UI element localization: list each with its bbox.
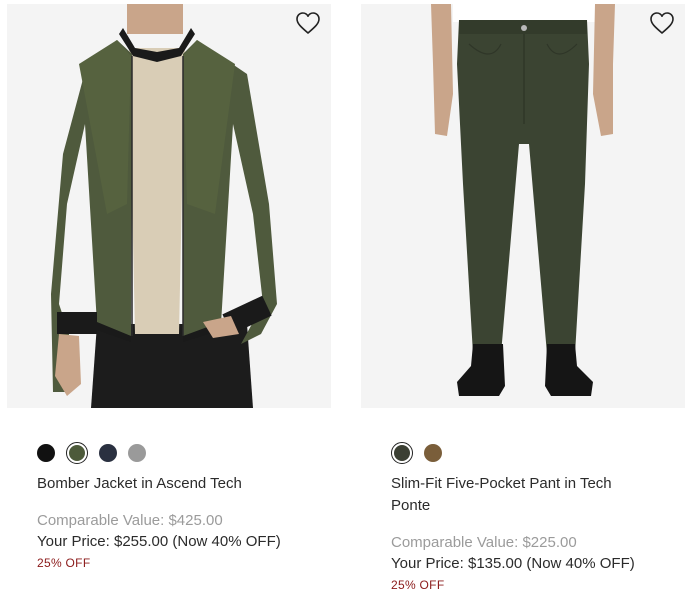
- your-price: Your Price: $255.00 (Now 40% OFF): [37, 533, 281, 550]
- your-price: Your Price: $135.00 (Now 40% OFF): [391, 555, 635, 572]
- wishlist-heart-icon[interactable]: [649, 11, 675, 35]
- comparable-value: Comparable Value: $225.00: [391, 534, 577, 551]
- color-swatches: [391, 442, 685, 464]
- five-pocket-pant-image: [361, 4, 685, 408]
- product-name[interactable]: Slim-Fit Five-Pocket Pant in Tech Ponte: [391, 473, 651, 517]
- discount-badge: 25% OFF: [37, 556, 91, 570]
- comparable-value: Comparable Value: $425.00: [37, 512, 223, 529]
- color-swatches: [37, 442, 331, 464]
- product-image[interactable]: [361, 4, 685, 408]
- bomber-jacket-image: [7, 4, 331, 408]
- product-name[interactable]: Bomber Jacket in Ascend Tech: [37, 473, 297, 495]
- product-image[interactable]: [7, 4, 331, 408]
- color-swatch-dark-olive-selected[interactable]: [391, 442, 413, 464]
- color-swatch-black[interactable]: [37, 444, 55, 462]
- color-swatch-grey[interactable]: [128, 444, 146, 462]
- product-card[interactable]: Slim-Fit Five-Pocket Pant in Tech Ponte …: [361, 4, 685, 592]
- color-swatch-olive-selected[interactable]: [66, 442, 88, 464]
- discount-badge: 25% OFF: [391, 578, 445, 592]
- wishlist-heart-icon[interactable]: [295, 11, 321, 35]
- color-swatch-brown[interactable]: [424, 444, 442, 462]
- product-card[interactable]: Bomber Jacket in Ascend Tech Comparable …: [7, 4, 331, 571]
- color-swatch-navy[interactable]: [99, 444, 117, 462]
